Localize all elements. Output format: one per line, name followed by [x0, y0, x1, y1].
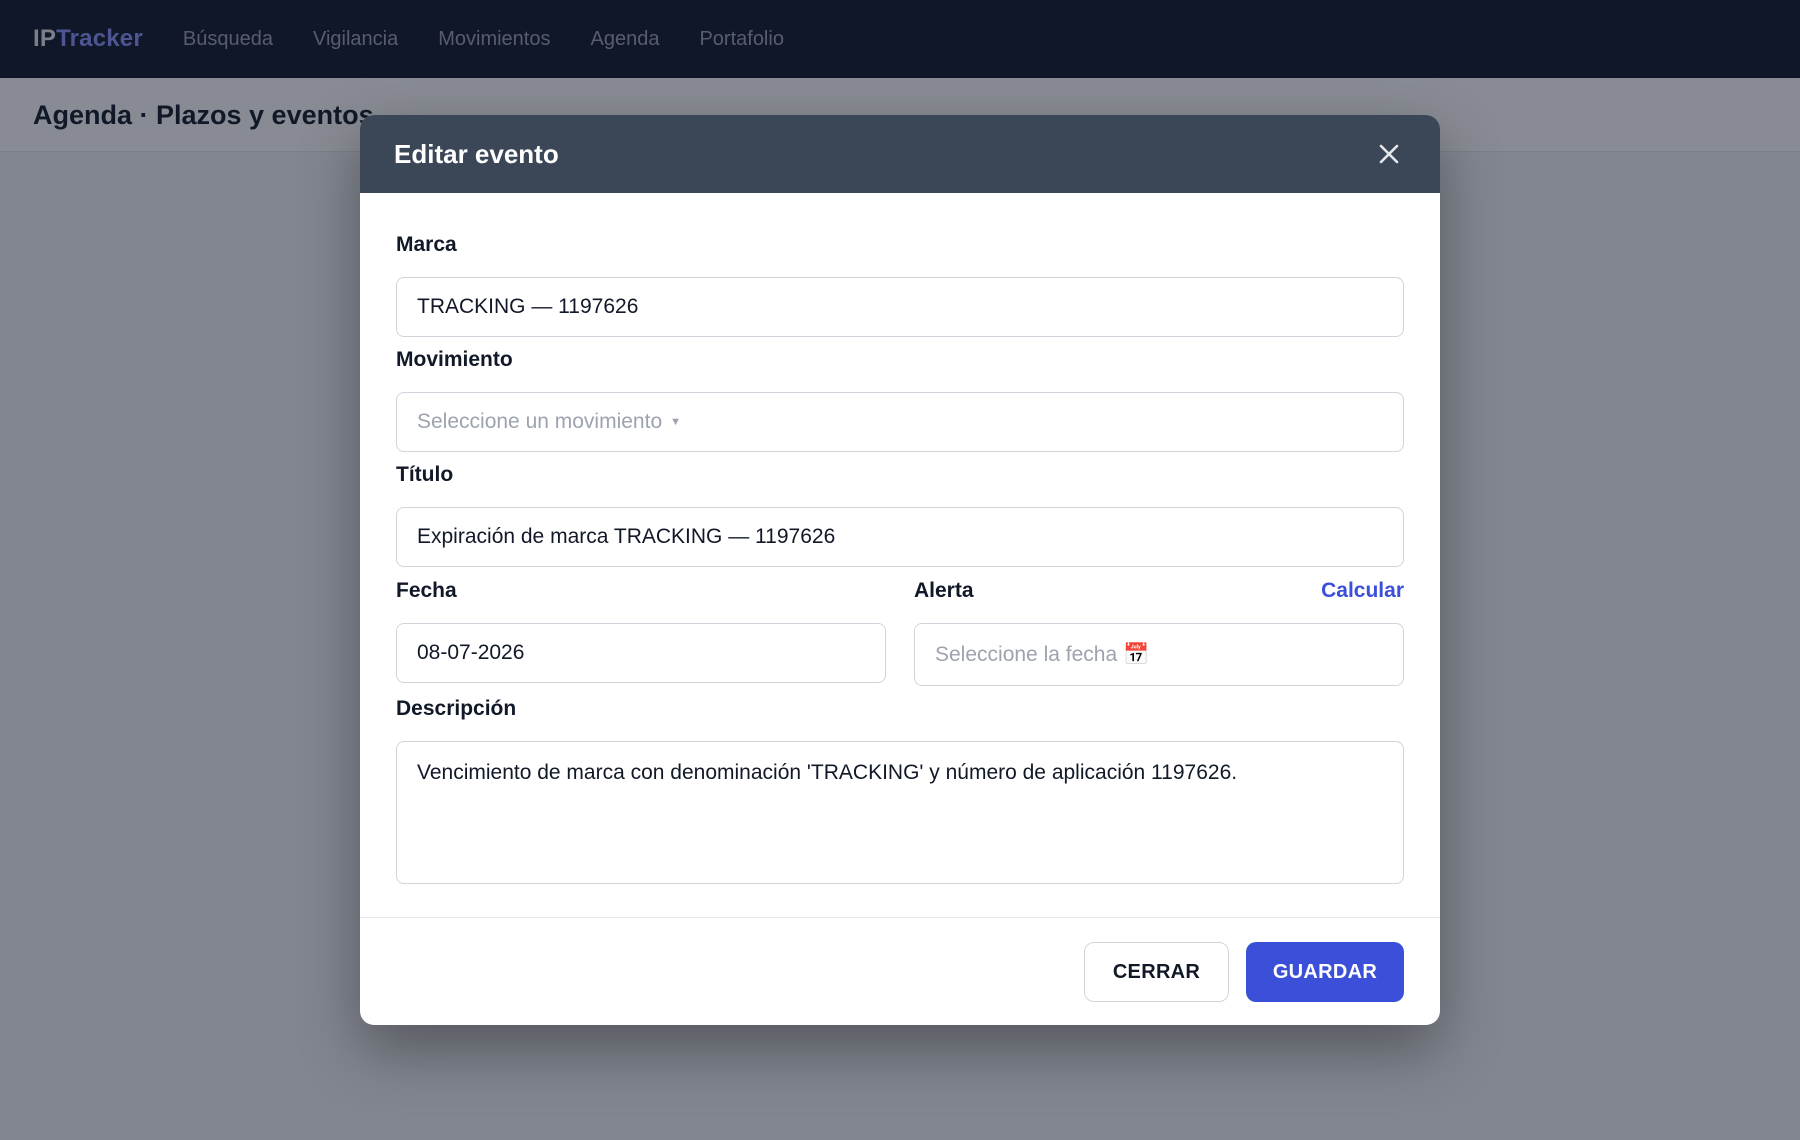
titulo-label: Título [396, 463, 454, 486]
alerta-label: Alerta [914, 579, 974, 602]
fecha-label: Fecha [396, 579, 457, 602]
modal-body: Marca Movimiento Seleccione un movimient… [360, 193, 1440, 993]
alerta-placeholder: Seleccione la fecha 📅 [935, 642, 1150, 666]
calcular-link[interactable]: Calcular [1321, 579, 1404, 603]
descripcion-label: Descripción [396, 697, 517, 720]
cerrar-button[interactable]: CERRAR [1084, 942, 1229, 1002]
marca-label: Marca [396, 233, 457, 256]
movimiento-select[interactable]: Seleccione un movimiento ▼ [396, 392, 1404, 452]
modal-header: Editar evento [360, 115, 1440, 193]
movimiento-label: Movimiento [396, 348, 513, 371]
modal-title: Editar evento [394, 138, 559, 169]
close-icon[interactable] [1374, 139, 1404, 169]
modal-footer: CERRAR GUARDAR [360, 917, 1440, 1025]
descripcion-textarea[interactable]: Vencimiento de marca con denominación 'T… [396, 741, 1404, 884]
alerta-date-input[interactable]: Seleccione la fecha 📅 [914, 623, 1404, 686]
movimiento-placeholder: Seleccione un movimiento [417, 410, 663, 433]
edit-event-modal: Editar evento Marca Movimiento Seleccion… [360, 115, 1440, 1025]
titulo-input[interactable] [396, 507, 1404, 567]
marca-input[interactable] [396, 277, 1404, 337]
chevron-down-icon: ▼ [670, 416, 682, 428]
fecha-input[interactable] [396, 623, 886, 683]
guardar-button[interactable]: GUARDAR [1246, 942, 1404, 1002]
